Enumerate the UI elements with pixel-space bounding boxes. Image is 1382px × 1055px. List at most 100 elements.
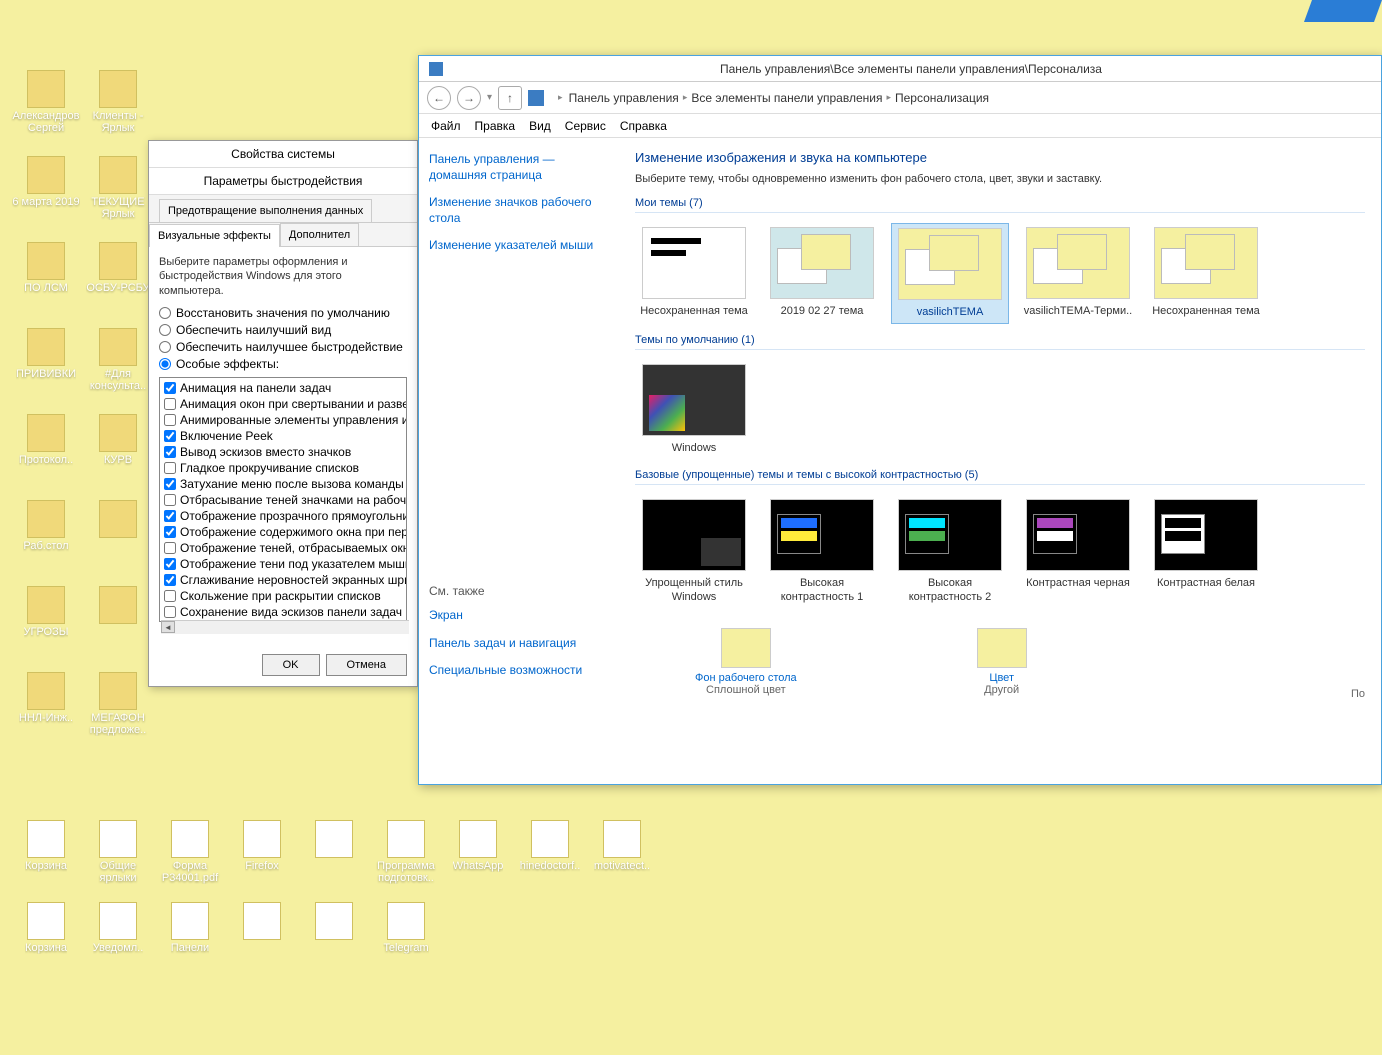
sidebar-home[interactable]: Панель управления — домашняя страница <box>429 152 609 183</box>
desktop-icon[interactable]: УГРОЗЫ <box>10 586 82 654</box>
theme-windows[interactable]: Windows <box>635 360 753 459</box>
theme-item[interactable]: Контрастная белая <box>1147 495 1265 607</box>
more-label: По <box>1351 688 1365 700</box>
tab-advanced[interactable]: Дополнител <box>280 223 359 246</box>
desktop-icon[interactable]: ННЛ-Инж.. <box>10 672 82 740</box>
folder-icon <box>99 328 137 366</box>
visual-effect-checkbox[interactable]: Сохранение вида эскизов панели задач <box>162 604 404 620</box>
theme-item[interactable]: Упрощенный стиль Windows <box>635 495 753 607</box>
radio-restore-defaults[interactable]: Восстановить значения по умолчанию <box>159 306 407 320</box>
radio-custom[interactable]: Особые эффекты: <box>159 357 407 371</box>
folder-icon <box>27 156 65 194</box>
visual-effect-checkbox[interactable]: Отображение прозрачного прямоугольника в… <box>162 508 404 524</box>
visual-effect-checkbox[interactable]: Отображение теней, отбрасываемых окнами <box>162 540 404 556</box>
desktop-icon[interactable]: WhatsApp <box>442 820 514 888</box>
horizontal-scrollbar[interactable]: ◄ <box>161 620 409 634</box>
desktop-icon[interactable]: #Для консульта.. <box>82 328 154 396</box>
theme-name: Высокая контрастность 1 <box>767 577 877 603</box>
visual-effect-checkbox[interactable]: Сглаживание неровностей экранных шрифтов <box>162 572 404 588</box>
desktop-icon[interactable]: Общие ярлыки <box>82 820 154 888</box>
forward-button[interactable]: → <box>457 86 481 110</box>
visual-effect-checkbox[interactable]: Включение Peek <box>162 428 404 444</box>
visual-effects-checklist[interactable]: Анимация на панели задачАнимация окон пр… <box>159 377 407 622</box>
menu-view[interactable]: Вид <box>529 119 551 133</box>
back-button[interactable]: ← <box>427 86 451 110</box>
bc-all-items[interactable]: Все элементы панели управления <box>691 91 882 105</box>
theme-item[interactable]: Контрастная черная <box>1019 495 1137 607</box>
desktop-icon[interactable]: Уведомл.. <box>82 902 154 970</box>
visual-effect-checkbox[interactable]: Анимация на панели задач <box>162 380 404 396</box>
folder-icon <box>99 586 137 624</box>
theme-item[interactable]: vasilichTEMA <box>891 223 1009 324</box>
desktop-icon[interactable]: МЕГАФОН предложе.. <box>82 672 154 740</box>
desktop-icon[interactable] <box>82 500 154 568</box>
window-titlebar[interactable]: Панель управления\Все элементы панели уп… <box>419 56 1381 82</box>
bc-control-panel[interactable]: Панель управления <box>569 91 679 105</box>
sidebar-desktop-icons[interactable]: Изменение значков рабочего стола <box>429 195 609 226</box>
visual-effect-checkbox[interactable]: Гладкое прокручивание списков <box>162 460 404 476</box>
folder-icon <box>99 242 137 280</box>
sidebar-mouse-pointers[interactable]: Изменение указателей мыши <box>429 238 609 254</box>
theme-item[interactable]: Несохраненная тема <box>635 223 753 324</box>
desktop-icon[interactable]: Раб.стол <box>10 500 82 568</box>
up-button[interactable]: ↑ <box>498 86 522 110</box>
recent-dropdown[interactable]: ▾ <box>487 92 492 103</box>
breadcrumb-chevron[interactable]: ▸ <box>558 92 563 103</box>
sidebar-accessibility[interactable]: Специальные возможности <box>429 663 609 679</box>
desktop-icon[interactable]: Александров Сергей <box>10 70 82 138</box>
theme-item[interactable]: vasilichTEMA-Терми.. <box>1019 223 1137 324</box>
more-control[interactable]: По <box>1351 628 1365 700</box>
desktop-icon[interactable]: Корзина <box>10 902 82 970</box>
desktop-icon[interactable]: ПРИВИВКИ <box>10 328 82 396</box>
sidebar-display[interactable]: Экран <box>429 608 609 624</box>
desktop-icon[interactable]: КУРВ <box>82 414 154 482</box>
theme-item[interactable]: 2019 02 27 тема <box>763 223 881 324</box>
desktop-icon[interactable]: Firefox <box>226 820 298 888</box>
ok-button[interactable]: OK <box>262 654 320 676</box>
visual-effect-checkbox[interactable]: Затухание меню после вызова команды <box>162 476 404 492</box>
desktop-icon[interactable]: Протокол.. <box>10 414 82 482</box>
theme-item[interactable]: Высокая контрастность 2 <box>891 495 1009 607</box>
tab-dep[interactable]: Предотвращение выполнения данных <box>159 199 372 222</box>
desktop-icon[interactable]: Программа подготовк.. <box>370 820 442 888</box>
menu-service[interactable]: Сервис <box>565 119 606 133</box>
desktop-icon[interactable]: Форма Р34001.pdf <box>154 820 226 888</box>
desktop-icon[interactable] <box>298 902 370 970</box>
visual-effect-checkbox[interactable]: Анимация окон при свертывании и разверты… <box>162 396 404 412</box>
theme-item[interactable]: Высокая контрастность 1 <box>763 495 881 607</box>
cancel-button[interactable]: Отмена <box>326 654 407 676</box>
color-link: Цвет <box>977 672 1027 684</box>
desktop-icon[interactable] <box>226 902 298 970</box>
tab-visual-effects[interactable]: Визуальные эффекты <box>149 224 280 247</box>
desktop-icon[interactable]: 6 марта 2019 <box>10 156 82 224</box>
menu-help[interactable]: Справка <box>620 119 667 133</box>
desktop-icon[interactable]: ПО ЛСМ <box>10 242 82 310</box>
color-control[interactable]: Цвет Другой <box>977 628 1027 700</box>
desktop-icon[interactable]: hinedoctorf.. <box>514 820 586 888</box>
visual-effect-checkbox[interactable]: Отображение тени под указателем мыши <box>162 556 404 572</box>
visual-effect-checkbox[interactable]: Отбрасывание теней значками на рабочем с… <box>162 492 404 508</box>
theme-item[interactable]: Несохраненная тема <box>1147 223 1265 324</box>
desktop-icon[interactable]: Корзина <box>10 820 82 888</box>
desktop-icon[interactable]: ТЕКУЩИЕ Ярлык <box>82 156 154 224</box>
visual-effect-checkbox[interactable]: Скольжение при раскрытии списков <box>162 588 404 604</box>
desktop-icon[interactable]: Telegram <box>370 902 442 970</box>
desktop-icon[interactable]: Панели <box>154 902 226 970</box>
visual-effect-checkbox[interactable]: Отображение содержимого окна при перетас… <box>162 524 404 540</box>
desktop-background-control[interactable]: Фон рабочего стола Сплошной цвет <box>695 628 797 700</box>
visual-effect-checkbox[interactable]: Анимированные элементы управления и элем… <box>162 412 404 428</box>
desktop-icon[interactable]: Клиенты - Ярлык <box>82 70 154 138</box>
menu-edit[interactable]: Правка <box>475 119 516 133</box>
desktop-icon[interactable] <box>82 586 154 654</box>
visual-effect-checkbox[interactable]: Вывод эскизов вместо значков <box>162 444 404 460</box>
desktop-icon[interactable]: motivatect.. <box>586 820 658 888</box>
bc-personalization[interactable]: Персонализация <box>895 91 989 105</box>
scroll-left-button[interactable]: ◄ <box>161 621 175 633</box>
desktop-icon[interactable] <box>298 820 370 888</box>
menu-file[interactable]: Файл <box>431 119 461 133</box>
radio-best-appearance[interactable]: Обеспечить наилучший вид <box>159 323 407 337</box>
desktop-icon[interactable]: ОСБУ-РСБУ <box>82 242 154 310</box>
icon-label: Протокол.. <box>19 454 73 466</box>
sidebar-taskbar[interactable]: Панель задач и навигация <box>429 636 609 652</box>
radio-best-performance[interactable]: Обеспечить наилучшее быстродействие <box>159 340 407 354</box>
